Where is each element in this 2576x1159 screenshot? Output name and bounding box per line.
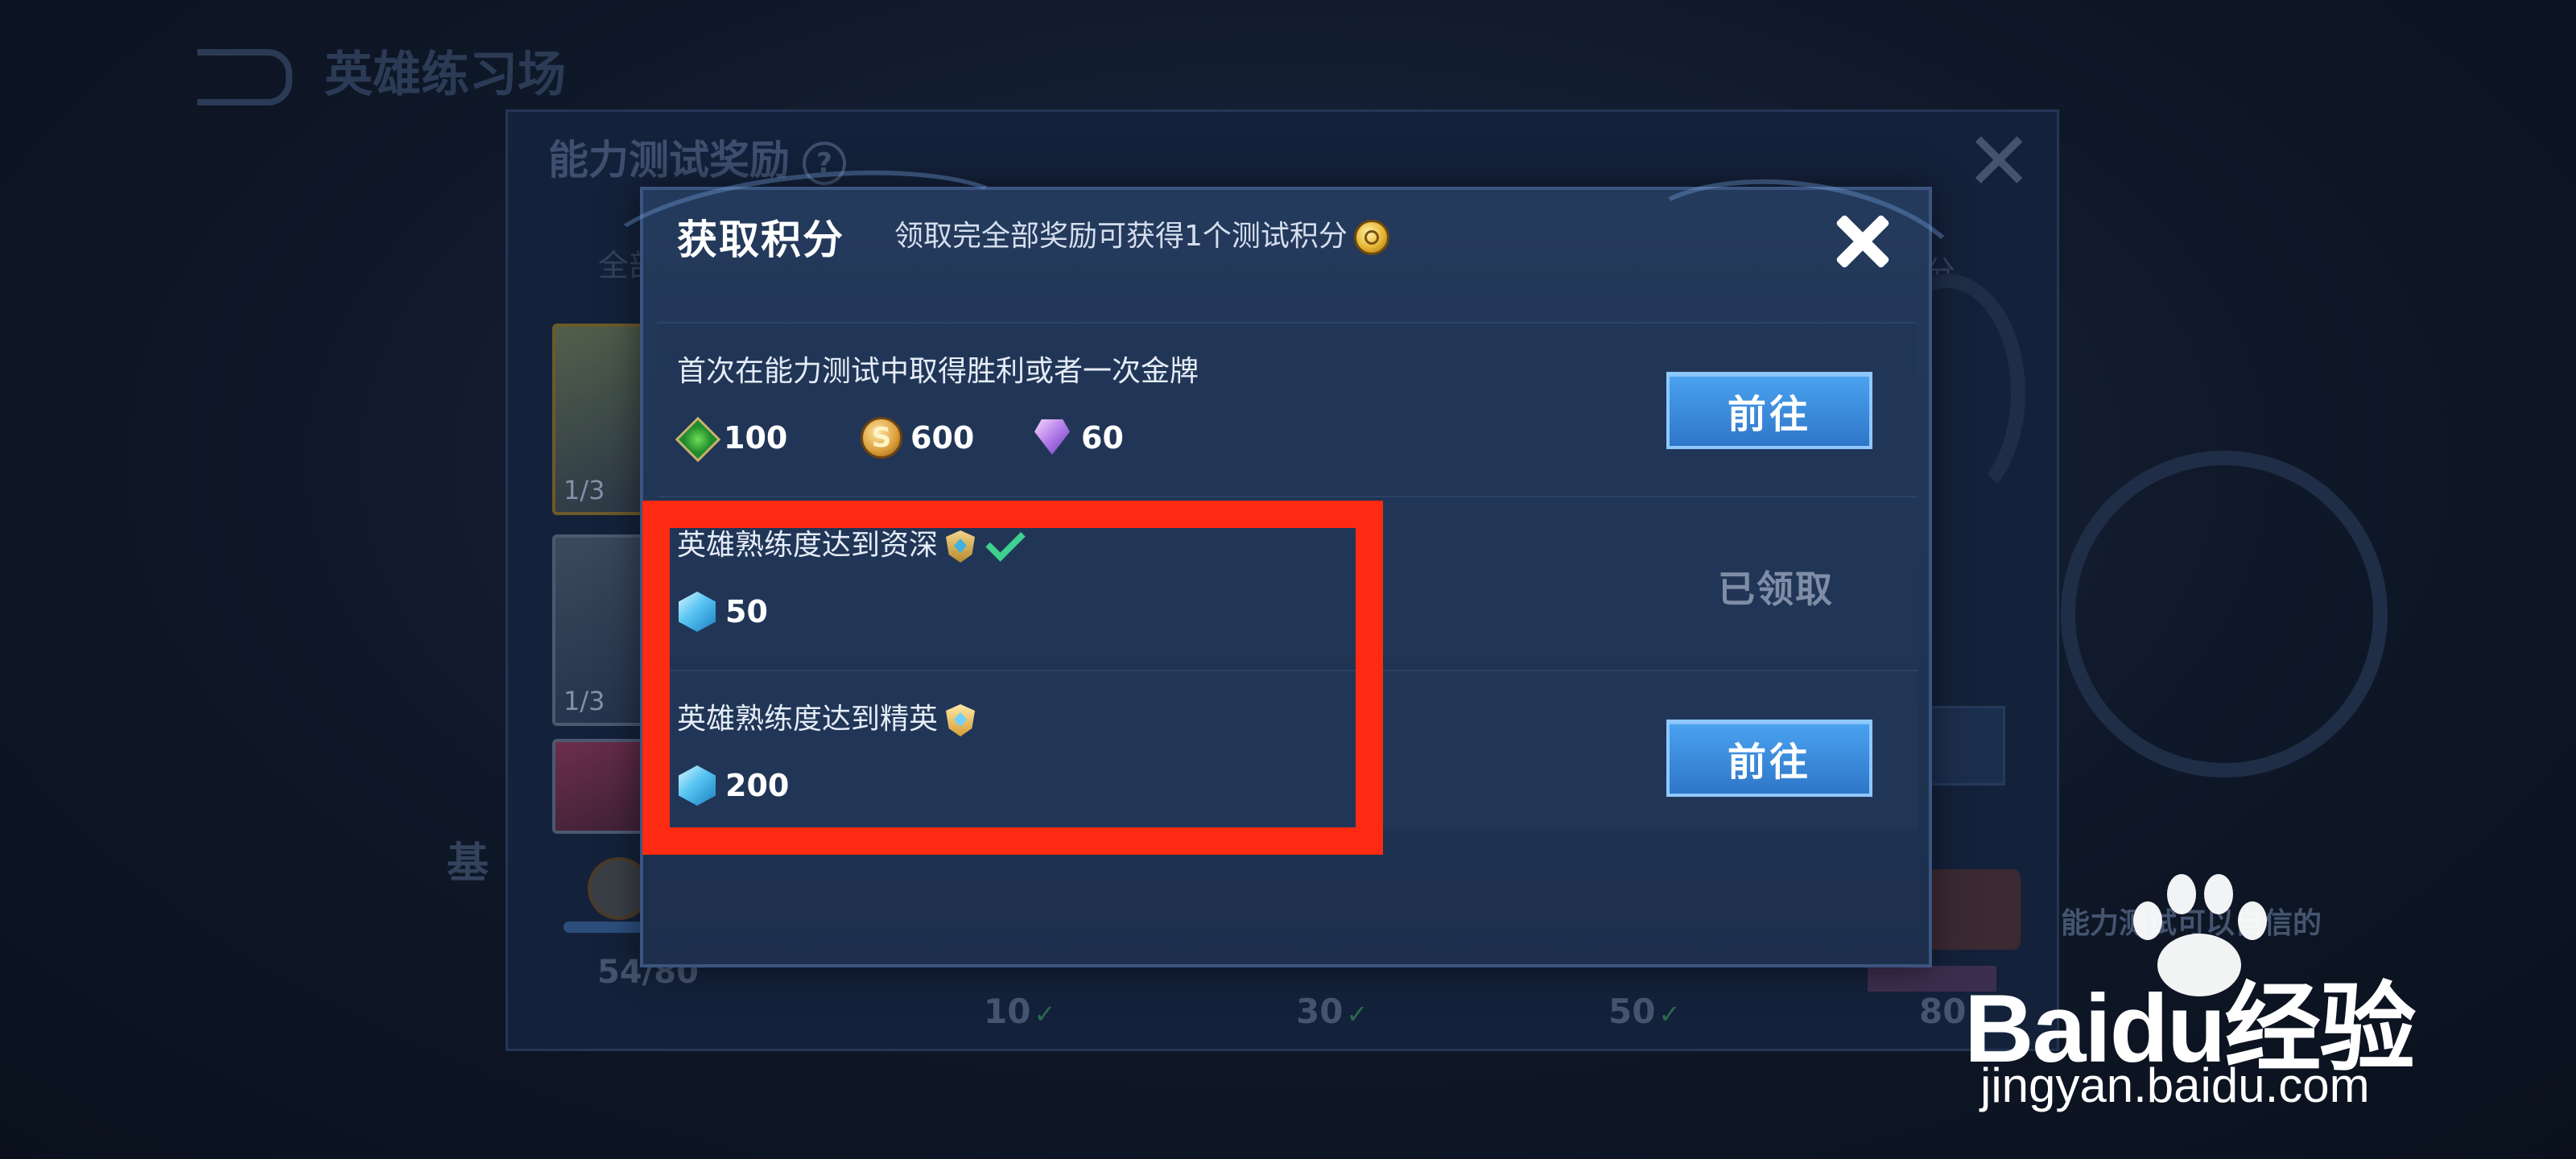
check-icon: ✓ (1034, 999, 1056, 1029)
milestone-value: 50 (1608, 992, 1656, 1031)
back-label: 英雄练习场 (324, 47, 566, 103)
gem-icon (1031, 419, 1073, 456)
milestone: 30 ✓ (1296, 992, 1368, 1031)
check-icon: ✓ (1346, 999, 1368, 1029)
dialog-subtitle-text: 领取完全部奖励可获得1个测试积分 (894, 220, 1348, 253)
reward-item: S 600 (861, 414, 974, 462)
baidu-watermark: Baidu经验 jingyan.baidu.com (1964, 869, 2528, 1112)
milestone-value: 10 (984, 992, 1031, 1031)
dialog-title: 获取积分 (677, 217, 844, 263)
milestone: 50 ✓ (1608, 992, 1680, 1031)
milestone-value: 30 (1296, 992, 1344, 1031)
reward-value: 60 (1081, 420, 1124, 456)
panel-close-icon[interactable]: ✕ (1965, 122, 2033, 202)
close-icon[interactable] (1826, 204, 1900, 278)
task-title: 首次在能力测试中取得胜利或者一次金牌 (677, 355, 1199, 388)
reward-value: 100 (724, 420, 788, 456)
back-button[interactable]: 英雄练习场 (197, 35, 566, 106)
bottom-title: 基 (447, 839, 489, 888)
highlight-annotation (642, 501, 1383, 855)
check-icon: ✓ (1658, 999, 1681, 1029)
xp-icon (677, 419, 716, 457)
task-row: 首次在能力测试中取得胜利或者一次金牌 100 S 600 60 前往 (658, 322, 1918, 481)
go-button[interactable]: 前往 (1666, 720, 1872, 797)
decorative-ring (2061, 451, 2388, 777)
milestone: 10 ✓ (984, 992, 1055, 1031)
milestone-value: 80 (1919, 992, 1967, 1031)
reward-item: 100 (677, 414, 787, 462)
watermark-url: jingyan.baidu.com (1980, 1058, 2370, 1112)
dialog-header: 获取积分 领取完全部奖励可获得1个测试积分 (588, 151, 1984, 377)
panel-title-text: 能力测试奖励 (548, 137, 790, 184)
back-arrow-icon (197, 49, 292, 106)
claimed-status: 已领取 (1718, 567, 1834, 611)
milestone: 80 (1919, 992, 1966, 1031)
hero-card-count: 1/3 (564, 475, 605, 505)
test-point-coin-icon (1353, 220, 1389, 255)
dialog-subtitle: 领取完全部奖励可获得1个测试积分 (894, 212, 1389, 255)
go-button[interactable]: 前往 (1666, 372, 1872, 449)
hero-card-count: 1/3 (564, 686, 605, 716)
reward-value: 600 (910, 420, 975, 456)
gold-coin-icon: S (861, 417, 902, 459)
reward-item: 60 (1031, 414, 1124, 462)
